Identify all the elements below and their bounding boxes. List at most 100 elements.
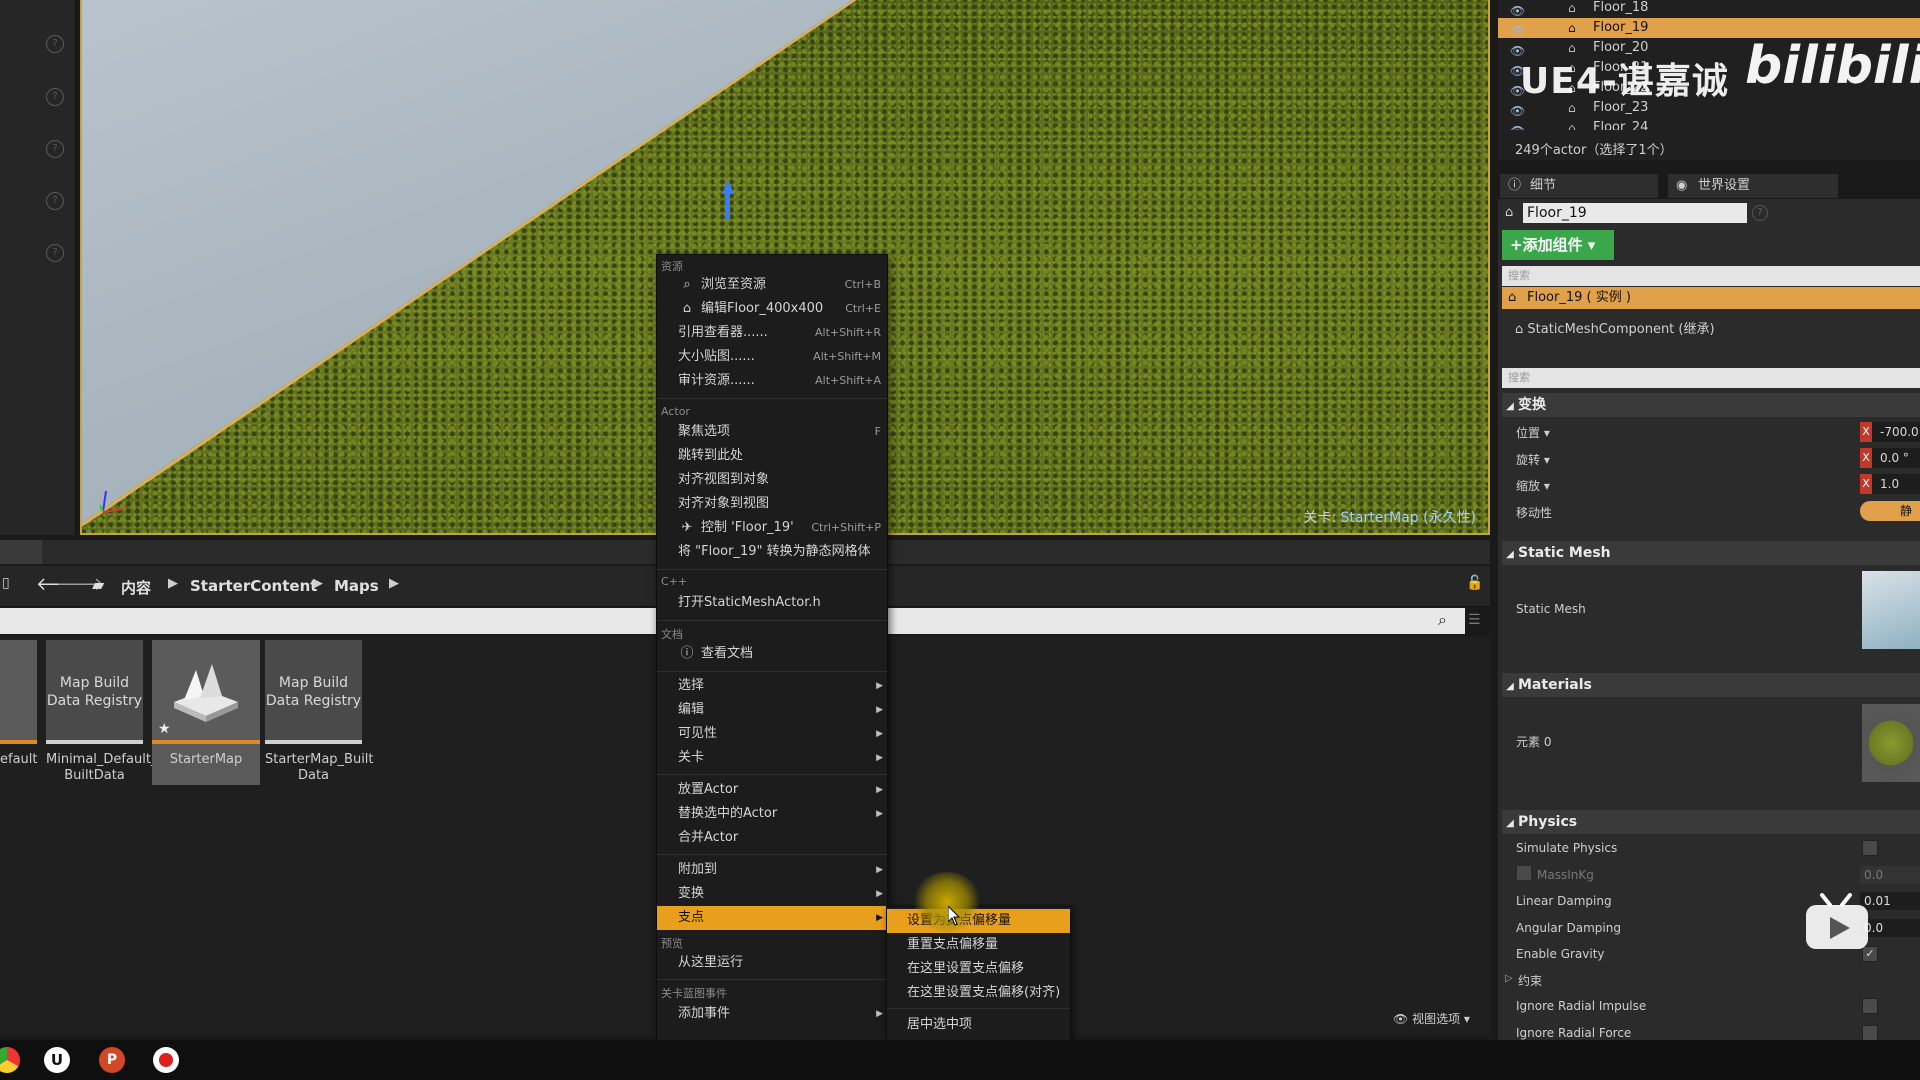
material-thumbnail[interactable] [1862,704,1920,782]
menu-item-merge-actors[interactable]: 合并Actor [657,826,887,850]
content-browser-tab[interactable] [0,540,42,564]
filter-icon[interactable]: ☰ [1468,612,1481,628]
prop-enable-gravity-label: Enable Gravity [1516,947,1605,961]
breadcrumb-content[interactable]: 内容 [121,577,151,598]
menu-item-snap-object-to-view[interactable]: 对齐对象到视图 [657,492,887,516]
help-icon[interactable]: ? [1752,205,1768,221]
mass-field: 0.0 [1860,866,1920,884]
view-options-button[interactable]: 👁 视图选项 ▾ [1393,1010,1470,1027]
submenu-item-set-pivot-snapped[interactable]: 在这里设置支点偏移(对齐) [887,981,1070,1005]
menu-item-replace-actor[interactable]: 替换选中的Actor ▶ [657,802,887,826]
menu-item-snap-view-to-object[interactable]: 对齐视图到对象 [657,468,887,492]
chevron-right-icon[interactable]: ▶ [313,576,323,591]
chevron-right-icon[interactable]: ▶ [389,576,399,591]
asset-thumbnail: Map Build Data Registry [265,640,362,740]
prop-rotation-label[interactable]: 旋转 ▾ [1516,451,1550,468]
actor-name-field[interactable]: Floor_19 [1523,203,1747,223]
asset-tile[interactable]: Map Build Data Registry StarterMap_Built… [265,640,374,785]
ignore-radial-impulse-checkbox[interactable] [1862,998,1878,1014]
unreal-engine-icon[interactable]: U [44,1047,70,1073]
tab-world-settings[interactable]: ◉ 世界设置 [1668,174,1838,198]
outliner-row[interactable]: 👁⌂Floor_24 [1498,118,1920,130]
simulate-physics-checkbox[interactable] [1862,840,1878,856]
chevron-right-icon[interactable]: ▶ [168,576,178,591]
menu-item-open-header[interactable]: 打开StaticMeshActor.h [657,591,887,615]
menu-item-audit-assets[interactable]: 审计资源...... Alt+Shift+A [657,369,887,393]
mobility-static-toggle[interactable]: 静 [1860,501,1920,521]
menu-item-reference-viewer[interactable]: 引用查看器...... Alt+Shift+R [657,321,887,345]
prop-location-label[interactable]: 位置 ▾ [1516,424,1550,441]
component-root[interactable]: ⌂ Floor_19 ( 实例 ) [1502,287,1920,309]
prop-mobility-label: 移动性 [1516,506,1553,520]
submenu-item-reset-pivot-offset[interactable]: 重置支点偏移量 [887,933,1070,957]
collapse-icon: ◢ [1506,549,1514,560]
section-static-mesh[interactable]: ◢ Static Mesh [1502,541,1920,565]
menu-item-transform[interactable]: 变换 ▶ [657,882,887,906]
section-materials[interactable]: ◢ Materials [1502,673,1920,697]
search-icon[interactable]: ⌕ [1438,610,1447,630]
menu-section-header: 预览 [661,937,683,950]
visibility-eye-icon[interactable]: 👁 [1510,121,1525,130]
transform-gizmo-icon[interactable] [722,180,734,220]
menu-item-pilot-actor[interactable]: ✈ 控制 'Floor_19' Ctrl+Shift+P [657,516,887,540]
ignore-radial-force-checkbox[interactable] [1862,1025,1878,1041]
scale-x-field[interactable]: X 1.0 [1860,474,1920,494]
expand-icon[interactable]: ▷ [1505,973,1513,984]
help-icon[interactable]: ? [46,35,64,53]
section-physics[interactable]: ◢ Physics [1502,810,1920,834]
menu-item-view-docs[interactable]: ⓘ 查看文档 [657,642,887,666]
bilibili-logo: bilibili [1745,36,1920,96]
menu-item-browse-to-asset[interactable]: ⌕ 浏览至资源 Ctrl+B [657,273,887,297]
powerpoint-icon[interactable]: P [99,1047,125,1073]
details-search-input[interactable]: 搜索 [1502,368,1920,388]
section-transform[interactable]: ◢ 变换 [1502,393,1920,417]
menu-item-convert-static-mesh[interactable]: 将 "Floor_19" 转换为静态网格体 [657,540,887,564]
component-search-input[interactable]: 搜索 [1502,266,1920,286]
menu-item-pivot[interactable]: 支点 ▶ [657,906,887,930]
mass-override-checkbox[interactable] [1517,866,1531,880]
asset-tile[interactable]: efault [0,640,38,785]
menu-item-level[interactable]: 关卡 ▶ [657,746,887,770]
lock-icon[interactable]: 🔓 [1466,575,1483,591]
menu-item-select[interactable]: 选择 ▶ [657,674,887,698]
menu-item-edit[interactable]: 编辑 ▶ [657,698,887,722]
menu-item-add-event[interactable]: 添加事件 ▶ [657,1002,887,1026]
menu-item-visibility[interactable]: 可见性 ▶ [657,722,887,746]
help-icon[interactable]: ? [46,192,64,210]
component-child[interactable]: ⌂ StaticMeshComponent (继承) [1515,318,1715,337]
chevron-right-icon: ▶ [876,729,883,739]
prop-scale-label[interactable]: 缩放 ▾ [1516,477,1550,494]
record-icon[interactable] [153,1047,179,1073]
menu-item-place-actor[interactable]: 放置Actor ▶ [657,778,887,802]
asset-thumbnail [0,640,37,740]
menu-item-focus[interactable]: 聚焦选项 F [657,420,887,444]
level-indicator: 关卡: StarterMap (永久性) [1303,507,1476,527]
help-icon[interactable]: ? [46,140,64,158]
prop-constraints-label[interactable]: 约束 [1518,972,1542,989]
asset-tile[interactable]: Map Build Data Registry Minimal_Default_… [46,640,157,785]
breadcrumb-startercontent[interactable]: StarterContent [190,577,317,595]
history-icon[interactable]: ▯ [2,575,10,591]
menu-item-play-from-here[interactable]: 从这里运行 [657,951,887,975]
breadcrumb-maps[interactable]: Maps [334,577,379,595]
tab-details[interactable]: ⓘ 细节 [1500,174,1658,198]
help-icon[interactable]: ? [46,88,64,106]
level-name: StarterMap (永久性) [1340,510,1477,526]
static-mesh-thumbnail[interactable] [1862,571,1920,649]
menu-item-edit-asset[interactable]: ⌂ 编辑Floor_400x400 Ctrl+E [657,297,887,321]
location-x-field[interactable]: X -700.0 [1860,422,1920,442]
menu-item-attach-to[interactable]: 附加到 ▶ [657,858,887,882]
taskbar [0,1040,1920,1080]
menu-item-jump-here[interactable]: 跳转到此处 [657,444,887,468]
add-component-button[interactable]: +添加组件 ▾ [1502,230,1614,260]
menu-item-size-map[interactable]: 大小贴图...... Alt+Shift+M [657,345,887,369]
asset-tile-selected[interactable]: ★ StarterMap [152,640,260,785]
chevron-right-icon: ▶ [876,753,883,763]
submenu-item-center-selection[interactable]: 居中选中项 [887,1013,1070,1037]
help-icon[interactable]: ? [46,244,64,262]
outliner-row-selected[interactable]: 👁 ⌂ Floor_19 [1498,18,1920,38]
submenu-item-set-pivot-here[interactable]: 在这里设置支点偏移 [887,957,1070,981]
outliner-row[interactable]: 👁 ⌂ Floor_18 [1498,0,1920,18]
rotation-x-field[interactable]: X 0.0 ° [1860,448,1920,468]
prop-simulate-physics-label: Simulate Physics [1516,841,1618,855]
